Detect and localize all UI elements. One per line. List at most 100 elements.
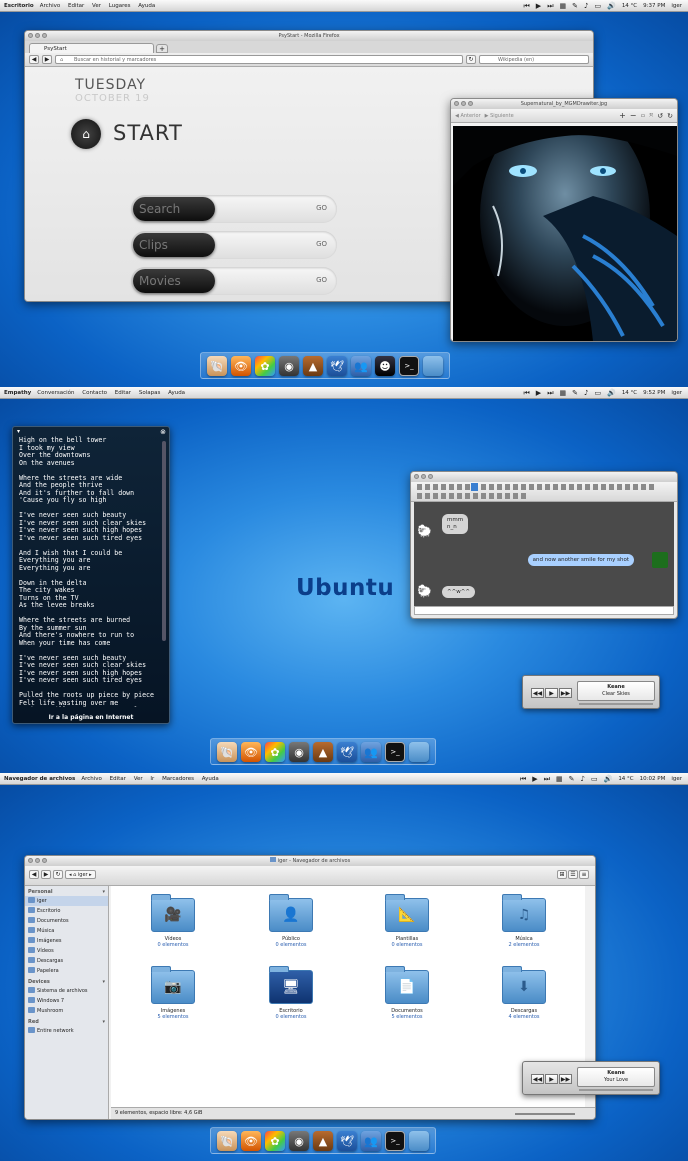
folder-icon[interactable] <box>409 742 429 762</box>
openoffice-icon[interactable]: 🕊 <box>337 1131 357 1151</box>
sidebar-item-musica[interactable]: Música <box>25 926 108 936</box>
sidebar-item-papelera[interactable]: Papelera <box>25 966 108 976</box>
nautilus-shell-icon[interactable]: 🐚 <box>207 356 227 376</box>
menu-lugares[interactable]: Lugares <box>109 3 131 9</box>
nautilus-titlebar[interactable]: iger - Navegador de archivos <box>25 856 595 866</box>
battery-icon[interactable]: ▭ <box>594 0 601 12</box>
location-button[interactable]: ◂ ⌂ iger ▸ <box>65 870 96 879</box>
zoom-fit-icon[interactable]: ⤧ <box>649 113 653 119</box>
play-button[interactable]: ▶ <box>545 1074 558 1084</box>
vlc-icon[interactable]: ▲ <box>313 1131 333 1151</box>
start-button[interactable]: ⌂ <box>71 119 101 149</box>
sidebar-section-personal[interactable]: Personal ▾ <box>25 886 108 896</box>
zoom-in-icon[interactable]: + <box>619 111 626 120</box>
search-row[interactable]: Search GO <box>131 195 337 223</box>
battery-icon[interactable]: ▭ <box>591 773 598 785</box>
terminal-icon[interactable]: >_ <box>399 356 419 376</box>
prev-button[interactable]: ◀ Anterior <box>455 113 481 119</box>
folder-descargas[interactable]: ⬇ Descargas 4 elementos <box>489 966 559 1020</box>
maximize-button[interactable] <box>42 33 47 38</box>
menu-marcadores[interactable]: Marcadores <box>162 776 194 782</box>
close-button[interactable] <box>28 33 33 38</box>
movies-row[interactable]: Movies GO <box>131 267 337 295</box>
media-next-icon[interactable]: ⏭ <box>544 773 550 785</box>
network-icon[interactable]: ▦ <box>556 773 563 785</box>
close-button[interactable] <box>414 474 419 479</box>
terminal-icon[interactable]: >_ <box>385 742 405 762</box>
menu-contacto[interactable]: Contacto <box>82 390 107 396</box>
clock[interactable]: 10:02 PM <box>640 776 666 782</box>
nautilus-shell-icon[interactable]: 🐚 <box>217 742 237 762</box>
openoffice-icon[interactable]: 🕊 <box>327 356 347 376</box>
terminal-icon[interactable]: >_ <box>385 1131 405 1151</box>
music-icon[interactable]: ♪ <box>584 0 588 12</box>
new-tab-button[interactable]: + <box>156 44 168 53</box>
search-pill[interactable]: Search <box>133 197 215 221</box>
folder-musica[interactable]: ♫ Música 2 elementos <box>489 894 559 948</box>
menu-solapas[interactable]: Solapas <box>139 390 160 396</box>
zoom-slider[interactable] <box>515 1113 575 1115</box>
forward-button[interactable]: ▶ <box>41 870 51 879</box>
next-track-button[interactable]: ▶▶ <box>559 1074 572 1084</box>
user-name[interactable]: iger <box>671 390 682 396</box>
vlc-icon[interactable]: ▲ <box>313 742 333 762</box>
maximize-button[interactable] <box>428 474 433 479</box>
music-icon[interactable]: ♪ <box>581 773 585 785</box>
battery-icon[interactable]: ▭ <box>594 387 601 399</box>
prev-track-button[interactable]: ◀◀ <box>531 688 544 698</box>
viewer-titlebar[interactable]: Supernatural_by_MGMDrawiter.jpg <box>451 99 677 109</box>
close-button[interactable] <box>28 858 33 863</box>
folder-escritorio[interactable]: 🖥 Escritorio 0 elementos <box>256 966 326 1020</box>
tool-icon[interactable]: ✎ <box>569 773 575 785</box>
menu-ir[interactable]: Ir <box>150 776 154 782</box>
weather-temp[interactable]: 14 °C <box>618 776 633 782</box>
compact-view-button[interactable]: ≡ <box>579 870 589 879</box>
menu-editar[interactable]: Editar <box>68 3 84 9</box>
open-web-link[interactable]: Ir a la página en Internet <box>13 714 169 721</box>
menu-archivo[interactable]: Archivo <box>40 3 61 9</box>
progress-bar[interactable] <box>579 1089 653 1091</box>
folder-icon[interactable] <box>409 1131 429 1151</box>
reload-button[interactable]: ↻ <box>466 55 476 64</box>
folder-icon[interactable] <box>423 356 443 376</box>
close-button[interactable] <box>454 101 459 106</box>
rotate-left-icon[interactable]: ↺ <box>657 112 663 120</box>
search-go-button[interactable]: GO <box>316 204 327 212</box>
minimize-button[interactable] <box>421 474 426 479</box>
rotate-right-icon[interactable]: ↻ <box>667 112 673 120</box>
tool-icon[interactable]: ✎ <box>572 387 578 399</box>
menu-ayuda[interactable]: Ayuda <box>168 390 185 396</box>
minimize-button[interactable] <box>461 101 466 106</box>
media-play-icon[interactable]: ▶ <box>532 773 537 785</box>
media-prev-icon[interactable]: ⏮ <box>520 773 526 785</box>
network-icon[interactable]: ▦ <box>560 387 567 399</box>
zoom-out-icon[interactable]: − <box>630 111 637 120</box>
menu-ver[interactable]: Ver <box>92 3 101 9</box>
folder-publico[interactable]: 👤 Público 0 elementos <box>256 894 326 948</box>
user-name[interactable]: iger <box>671 3 682 9</box>
picture-icon[interactable]: ✿ <box>265 1131 285 1151</box>
prev-track-button[interactable]: ◀◀ <box>531 1074 544 1084</box>
collapse-icon[interactable]: ▾ <box>102 1019 105 1025</box>
tool-icon[interactable]: ✎ <box>572 0 578 12</box>
sidebar-section-devices[interactable]: Devices ▾ <box>25 976 108 986</box>
menu-arrow-icon[interactable]: ▾ <box>17 428 20 435</box>
volume-icon[interactable]: 🔊 <box>607 0 616 12</box>
chat-titlebar[interactable] <box>411 472 677 482</box>
panel-app-name[interactable]: Navegador de archivos <box>4 776 75 782</box>
weather-temp[interactable]: 14 °C <box>622 3 637 9</box>
firefox-titlebar[interactable]: PsyStart - Mozilla Firefox <box>25 31 593 41</box>
next-button[interactable]: ▶ Siguiente <box>485 113 514 119</box>
clock[interactable]: 9:52 PM <box>643 390 665 396</box>
folder-imagenes[interactable]: 📷 Imágenes 5 elementos <box>138 966 208 1020</box>
media-prev-icon[interactable]: ⏮ <box>523 0 529 12</box>
eye-of-gnome-icon[interactable]: 👁 <box>241 742 261 762</box>
pidgin-icon[interactable]: 👥 <box>351 356 371 376</box>
folder-documentos[interactable]: 📄 Documentos 5 elementos <box>372 966 442 1020</box>
list-view-button[interactable]: ☰ <box>568 870 578 879</box>
clips-row[interactable]: Clips GO <box>131 231 337 259</box>
menu-ayuda[interactable]: Ayuda <box>202 776 219 782</box>
forward-button[interactable]: ▶ <box>42 55 52 64</box>
zoom-normal-icon[interactable]: ▭ <box>641 113 646 119</box>
clips-go-button[interactable]: GO <box>316 240 327 248</box>
